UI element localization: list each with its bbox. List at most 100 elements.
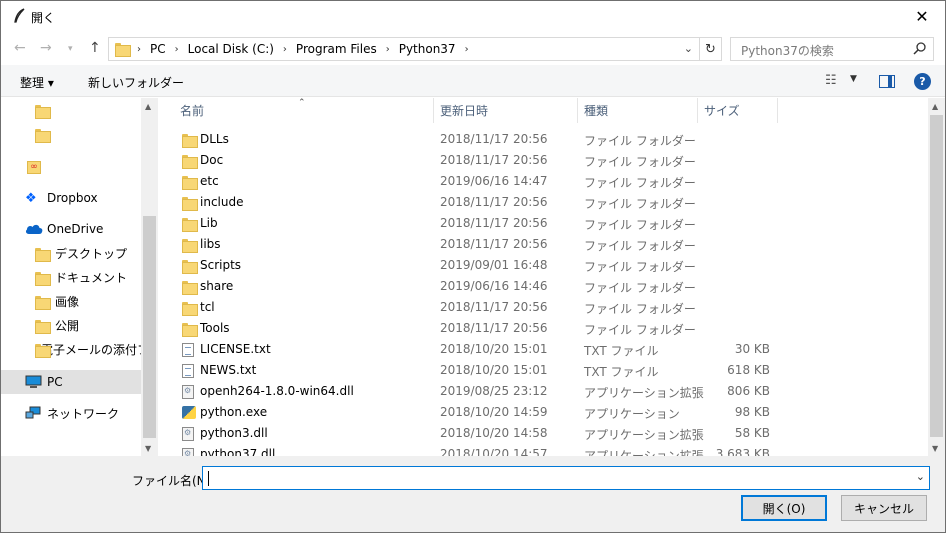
scroll-down-icon[interactable]: ▼ (145, 444, 151, 453)
file-name: LICENSE.txt (200, 342, 271, 356)
folder-icon (182, 154, 198, 170)
nav-item-dropbox[interactable]: ❖ Dropbox (1, 187, 141, 209)
nav-item-desktop[interactable]: デスクトップ (1, 242, 141, 264)
cancel-button[interactable]: キャンセル (841, 495, 927, 521)
dll-file-icon (182, 427, 194, 444)
organize-button[interactable]: 整理 ▾ (20, 74, 54, 91)
breadcrumb-local-disk[interactable]: Local Disk (C:) (188, 42, 274, 56)
file-name: openh264-1.8.0-win64.dll (200, 384, 354, 398)
new-folder-button[interactable]: 新しいフォルダー (88, 74, 184, 91)
file-row[interactable]: tcl 2018/11/17 20:56 ファイル フォルダー (158, 297, 928, 318)
file-row[interactable]: Tools 2018/11/17 20:56 ファイル フォルダー (158, 318, 928, 339)
nav-item-onedrive[interactable]: OneDrive (1, 218, 141, 240)
address-bar[interactable]: › PC › Local Disk (C:) › Program Files ›… (108, 37, 722, 61)
file-type: アプリケーション拡張 (584, 449, 704, 456)
preview-pane-icon[interactable] (879, 75, 895, 88)
file-row[interactable]: openh264-1.8.0-win64.dll 2019/08/25 23:12… (158, 381, 928, 402)
up-arrow-icon[interactable]: ↑ (89, 40, 101, 56)
filename-input[interactable]: ⌄ (202, 466, 930, 490)
nav-item-pictures[interactable]: 画像 (1, 290, 141, 312)
text-file-icon (182, 364, 194, 381)
folder-icon (182, 196, 198, 212)
scroll-thumb[interactable] (930, 115, 943, 437)
folder-icon (182, 280, 198, 296)
file-row[interactable]: libs 2018/11/17 20:56 ファイル フォルダー (158, 234, 928, 255)
file-date: 2018/11/17 20:56 (440, 237, 548, 251)
file-row[interactable]: Scripts 2019/09/01 16:48 ファイル フォルダー (158, 255, 928, 276)
nav-item-creative-cloud[interactable]: ∞ (1, 156, 141, 178)
folder-icon (182, 175, 198, 191)
file-row[interactable]: Doc 2018/11/17 20:56 ファイル フォルダー (158, 150, 928, 171)
nav-item-label: デスクトップ (55, 246, 128, 261)
scroll-down-icon[interactable]: ▼ (932, 444, 938, 453)
file-type: アプリケーション拡張 (584, 386, 704, 400)
column-header-size[interactable]: サイズ (698, 98, 778, 123)
folder-icon (182, 322, 198, 338)
file-row[interactable]: python3.dll 2018/10/20 14:58 アプリケーション拡張 58 … (158, 423, 928, 444)
search-input[interactable]: Python37の検索 (730, 37, 934, 61)
column-header-date[interactable]: 更新日時 (434, 98, 578, 123)
file-list-scrollbar[interactable]: ▲ ▼ (928, 98, 945, 456)
nav-item-folder[interactable] (1, 123, 141, 145)
address-row: ← → ▾ ↑ › PC › Local Disk (C:) › Program… (1, 32, 945, 65)
file-row[interactable]: share 2019/06/16 14:46 ファイル フォルダー (158, 276, 928, 297)
nav-item-network[interactable]: ネットワーク (1, 402, 141, 424)
scroll-thumb[interactable] (143, 216, 156, 438)
file-name: Tools (200, 321, 230, 335)
file-row[interactable]: include 2018/11/17 20:56 ファイル フォルダー (158, 192, 928, 213)
column-header-type[interactable]: 種類 (578, 98, 698, 123)
view-details-icon[interactable]: ☷ (825, 73, 837, 88)
file-name: include (200, 195, 244, 209)
close-button[interactable]: ✕ (899, 1, 945, 31)
network-icon (25, 406, 41, 419)
help-icon[interactable]: ? (914, 73, 931, 90)
nav-scrollbar[interactable]: ▲ ▼ (141, 98, 158, 456)
file-date: 2018/11/17 20:56 (440, 321, 548, 335)
back-arrow-icon[interactable]: ← (14, 40, 26, 56)
chevron-right-icon[interactable]: › (283, 44, 287, 55)
column-header-name[interactable]: 名前 (174, 98, 434, 123)
nav-item-folder[interactable] (1, 99, 141, 121)
column-header-label: 更新日時 (440, 104, 489, 118)
file-row[interactable]: python.exe 2018/10/20 14:59 アプリケーション 98 KB (158, 402, 928, 423)
open-button-label: 開く(O) (762, 501, 806, 516)
navigation-pane: ∞ ❖ Dropbox OneDrive デスクトップ ドキュメント 画像 公開 (1, 98, 158, 456)
nav-item-documents[interactable]: ドキュメント (1, 266, 141, 288)
file-type: ファイル フォルダー (584, 218, 696, 232)
breadcrumb-pc[interactable]: PC (150, 42, 166, 56)
file-date: 2018/10/20 14:58 (440, 426, 548, 440)
nav-item-pc[interactable]: PC (1, 370, 141, 394)
file-name: etc (200, 174, 219, 188)
chevron-down-icon[interactable]: ⌄ (684, 42, 693, 55)
dll-file-icon (182, 448, 194, 456)
file-row[interactable]: DLLs 2018/11/17 20:56 ファイル フォルダー (158, 129, 928, 150)
chevron-down-icon[interactable]: ▼ (850, 74, 857, 84)
dialog-footer: ファイル名(N): ⌄ 開く(O) キャンセル (1, 456, 945, 532)
chevron-right-icon[interactable]: › (465, 44, 469, 55)
file-date: 2018/11/17 20:56 (440, 195, 548, 209)
chevron-right-icon[interactable]: › (175, 44, 179, 55)
open-button[interactable]: 開く(O) (741, 495, 827, 521)
file-row[interactable]: LICENSE.txt 2018/10/20 15:01 TXT ファイル 30 KB (158, 339, 928, 360)
chevron-down-icon[interactable]: ⌄ (916, 470, 925, 483)
file-row[interactable]: python37.dll 2018/10/20 14:57 アプリケーション拡張 3,… (158, 444, 928, 456)
open-file-dialog: 開く ✕ ← → ▾ ↑ › PC › Local Disk (C:) › Pr… (0, 0, 946, 533)
breadcrumb-program-files[interactable]: Program Files (296, 42, 377, 56)
nav-item-public[interactable]: 公開 (1, 314, 141, 336)
folder-icon (35, 104, 51, 119)
breadcrumb-python37[interactable]: Python37 (399, 42, 456, 56)
recent-dropdown-icon[interactable]: ▾ (68, 44, 73, 54)
file-row[interactable]: Lib 2018/11/17 20:56 ファイル フォルダー (158, 213, 928, 234)
scroll-up-icon[interactable]: ▲ (145, 102, 151, 111)
scroll-up-icon[interactable]: ▲ (932, 102, 938, 111)
folder-icon (115, 42, 131, 57)
column-header-label: サイズ (704, 104, 740, 118)
folder-icon (182, 133, 198, 149)
nav-item-email-attachments[interactable]: 電子メールの添付フ (1, 338, 141, 360)
chevron-right-icon[interactable]: › (386, 44, 390, 55)
folder-icon (182, 259, 198, 275)
file-row[interactable]: NEWS.txt 2018/10/20 15:01 TXT ファイル 618 KB (158, 360, 928, 381)
forward-arrow-icon[interactable]: → (40, 40, 52, 56)
refresh-icon[interactable]: ↻ (699, 38, 721, 60)
file-row[interactable]: etc 2019/06/16 14:47 ファイル フォルダー (158, 171, 928, 192)
